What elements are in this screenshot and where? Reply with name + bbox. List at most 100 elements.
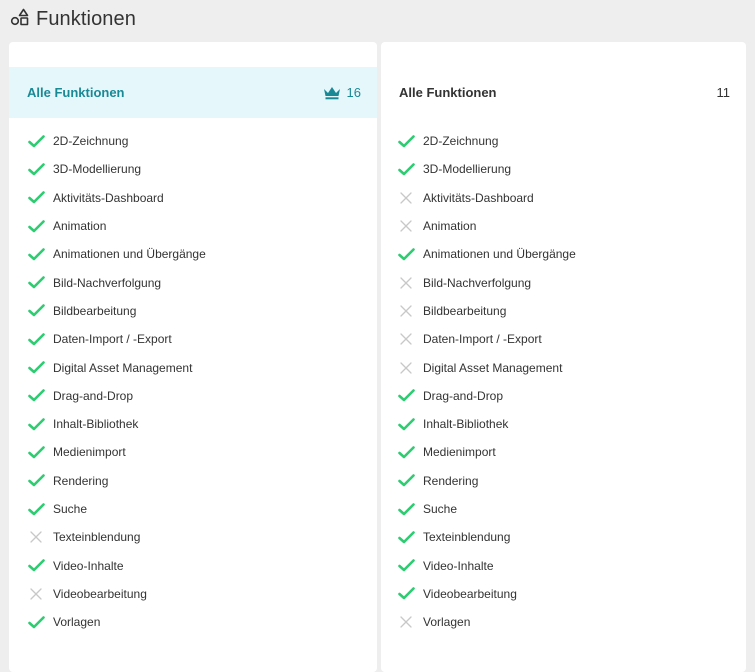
feature-item: Video-Inhalte (9, 551, 377, 579)
cross-icon (397, 332, 415, 346)
check-icon (27, 134, 45, 148)
feature-item: 3D-Modellierung (381, 155, 746, 183)
check-icon (397, 502, 415, 516)
feature-label: Daten-Import / -Export (53, 332, 172, 347)
feature-item: Rendering (381, 467, 746, 495)
feature-label: Medienimport (423, 445, 496, 460)
check-icon (397, 530, 415, 544)
feature-item: Animationen und Übergänge (381, 240, 746, 268)
check-icon (27, 389, 45, 403)
feature-label: Bildbearbeitung (53, 303, 137, 318)
check-icon (27, 615, 45, 629)
check-icon (397, 247, 415, 261)
check-icon (397, 134, 415, 148)
feature-label: Rendering (53, 473, 109, 488)
feature-label: 3D-Modellierung (53, 162, 142, 177)
feature-label: Video-Inhalte (53, 558, 124, 573)
feature-item: Animation (381, 212, 746, 240)
feature-label: Animation (423, 219, 477, 234)
cross-icon (397, 361, 415, 375)
feature-label: Inhalt-Bibliothek (423, 417, 509, 432)
column-title: Alle Funktionen (27, 85, 125, 100)
check-icon (27, 445, 45, 459)
check-icon (27, 332, 45, 346)
check-icon (397, 474, 415, 488)
feature-label: Animation (53, 219, 107, 234)
cross-icon (397, 615, 415, 629)
feature-item: Animationen und Übergänge (9, 240, 377, 268)
check-icon (27, 191, 45, 205)
feature-label: Vorlagen (53, 615, 101, 630)
feature-list: 2D-Zeichnung 3D-Modellierung Aktivitäts-Da… (9, 127, 377, 636)
feature-item: Suche (381, 495, 746, 523)
column-header[interactable]: Alle Funktionen 16 (9, 67, 377, 118)
feature-item: Drag-and-Drop (9, 382, 377, 410)
feature-label: Animationen und Übergänge (423, 247, 576, 262)
check-icon (397, 417, 415, 431)
feature-item: Medienimport (9, 438, 377, 466)
cross-icon (397, 304, 415, 318)
feature-label: Drag-and-Drop (423, 388, 504, 403)
shapes-icon (10, 7, 30, 32)
check-icon (27, 474, 45, 488)
feature-count: 16 (346, 85, 361, 100)
feature-label: Videobearbeitung (53, 586, 147, 601)
feature-label: Vorlagen (423, 615, 471, 630)
check-icon (27, 417, 45, 431)
feature-item: Videobearbeitung (381, 580, 746, 608)
feature-item: Inhalt-Bibliothek (9, 410, 377, 438)
feature-item: Videobearbeitung (9, 580, 377, 608)
feature-label: Videobearbeitung (423, 586, 517, 601)
feature-item: Rendering (9, 467, 377, 495)
check-icon (397, 445, 415, 459)
feature-item: Bildbearbeitung (381, 297, 746, 325)
check-icon (27, 162, 45, 176)
check-icon (397, 587, 415, 601)
section-header: Funktionen (10, 6, 136, 32)
feature-item: Texteinblendung (381, 523, 746, 551)
feature-item: Bildbearbeitung (9, 297, 377, 325)
feature-count: 11 (716, 85, 731, 100)
feature-item: 2D-Zeichnung (381, 127, 746, 155)
feature-label: Animationen und Übergänge (53, 247, 206, 262)
feature-item: Aktivitäts-Dashboard (381, 184, 746, 212)
check-icon (27, 559, 45, 573)
feature-item: Inhalt-Bibliothek (381, 410, 746, 438)
feature-label: Suche (423, 502, 458, 516)
check-icon (27, 219, 45, 233)
feature-label: Bild-Nachverfolgung (423, 275, 532, 290)
cross-icon (397, 219, 415, 233)
feature-label: Digital Asset Management (423, 360, 563, 375)
feature-label: Drag-and-Drop (53, 388, 134, 403)
feature-item: Daten-Import / -Export (381, 325, 746, 353)
column-title: Alle Funktionen (399, 85, 497, 100)
feature-label: Medienimport (53, 445, 126, 460)
feature-label: Daten-Import / -Export (423, 332, 542, 347)
feature-label: Inhalt-Bibliothek (53, 417, 139, 432)
feature-item: Aktivitäts-Dashboard (9, 184, 377, 212)
feature-item: Video-Inhalte (381, 551, 746, 579)
feature-item: Daten-Import / -Export (9, 325, 377, 353)
plan-column-left: Alle Funktionen 16 2D-Zeichnung 3D-Modell… (9, 42, 377, 672)
feature-label: 2D-Zeichnung (423, 134, 499, 149)
feature-label: Aktivitäts-Dashboard (53, 190, 164, 205)
column-header[interactable]: Alle Funktionen 11 (381, 67, 746, 118)
feature-item: Bild-Nachverfolgung (381, 268, 746, 296)
feature-item: Suche (9, 495, 377, 523)
feature-item: Texteinblendung (9, 523, 377, 551)
feature-label: 3D-Modellierung (423, 162, 512, 177)
feature-item: Digital Asset Management (381, 353, 746, 381)
plan-column-right: Alle Funktionen 11 2D-Zeichnung 3D-Modell… (381, 42, 746, 672)
feature-label: Digital Asset Management (53, 360, 193, 375)
cross-icon (397, 276, 415, 290)
cross-icon (27, 587, 45, 601)
cross-icon (397, 191, 415, 205)
check-icon (397, 559, 415, 573)
feature-label: Texteinblendung (53, 530, 141, 545)
feature-label: Bildbearbeitung (423, 303, 507, 318)
check-icon (27, 304, 45, 318)
crown-icon (323, 86, 341, 100)
feature-label: 2D-Zeichnung (53, 134, 129, 149)
feature-item: Digital Asset Management (9, 353, 377, 381)
check-icon (27, 247, 45, 261)
